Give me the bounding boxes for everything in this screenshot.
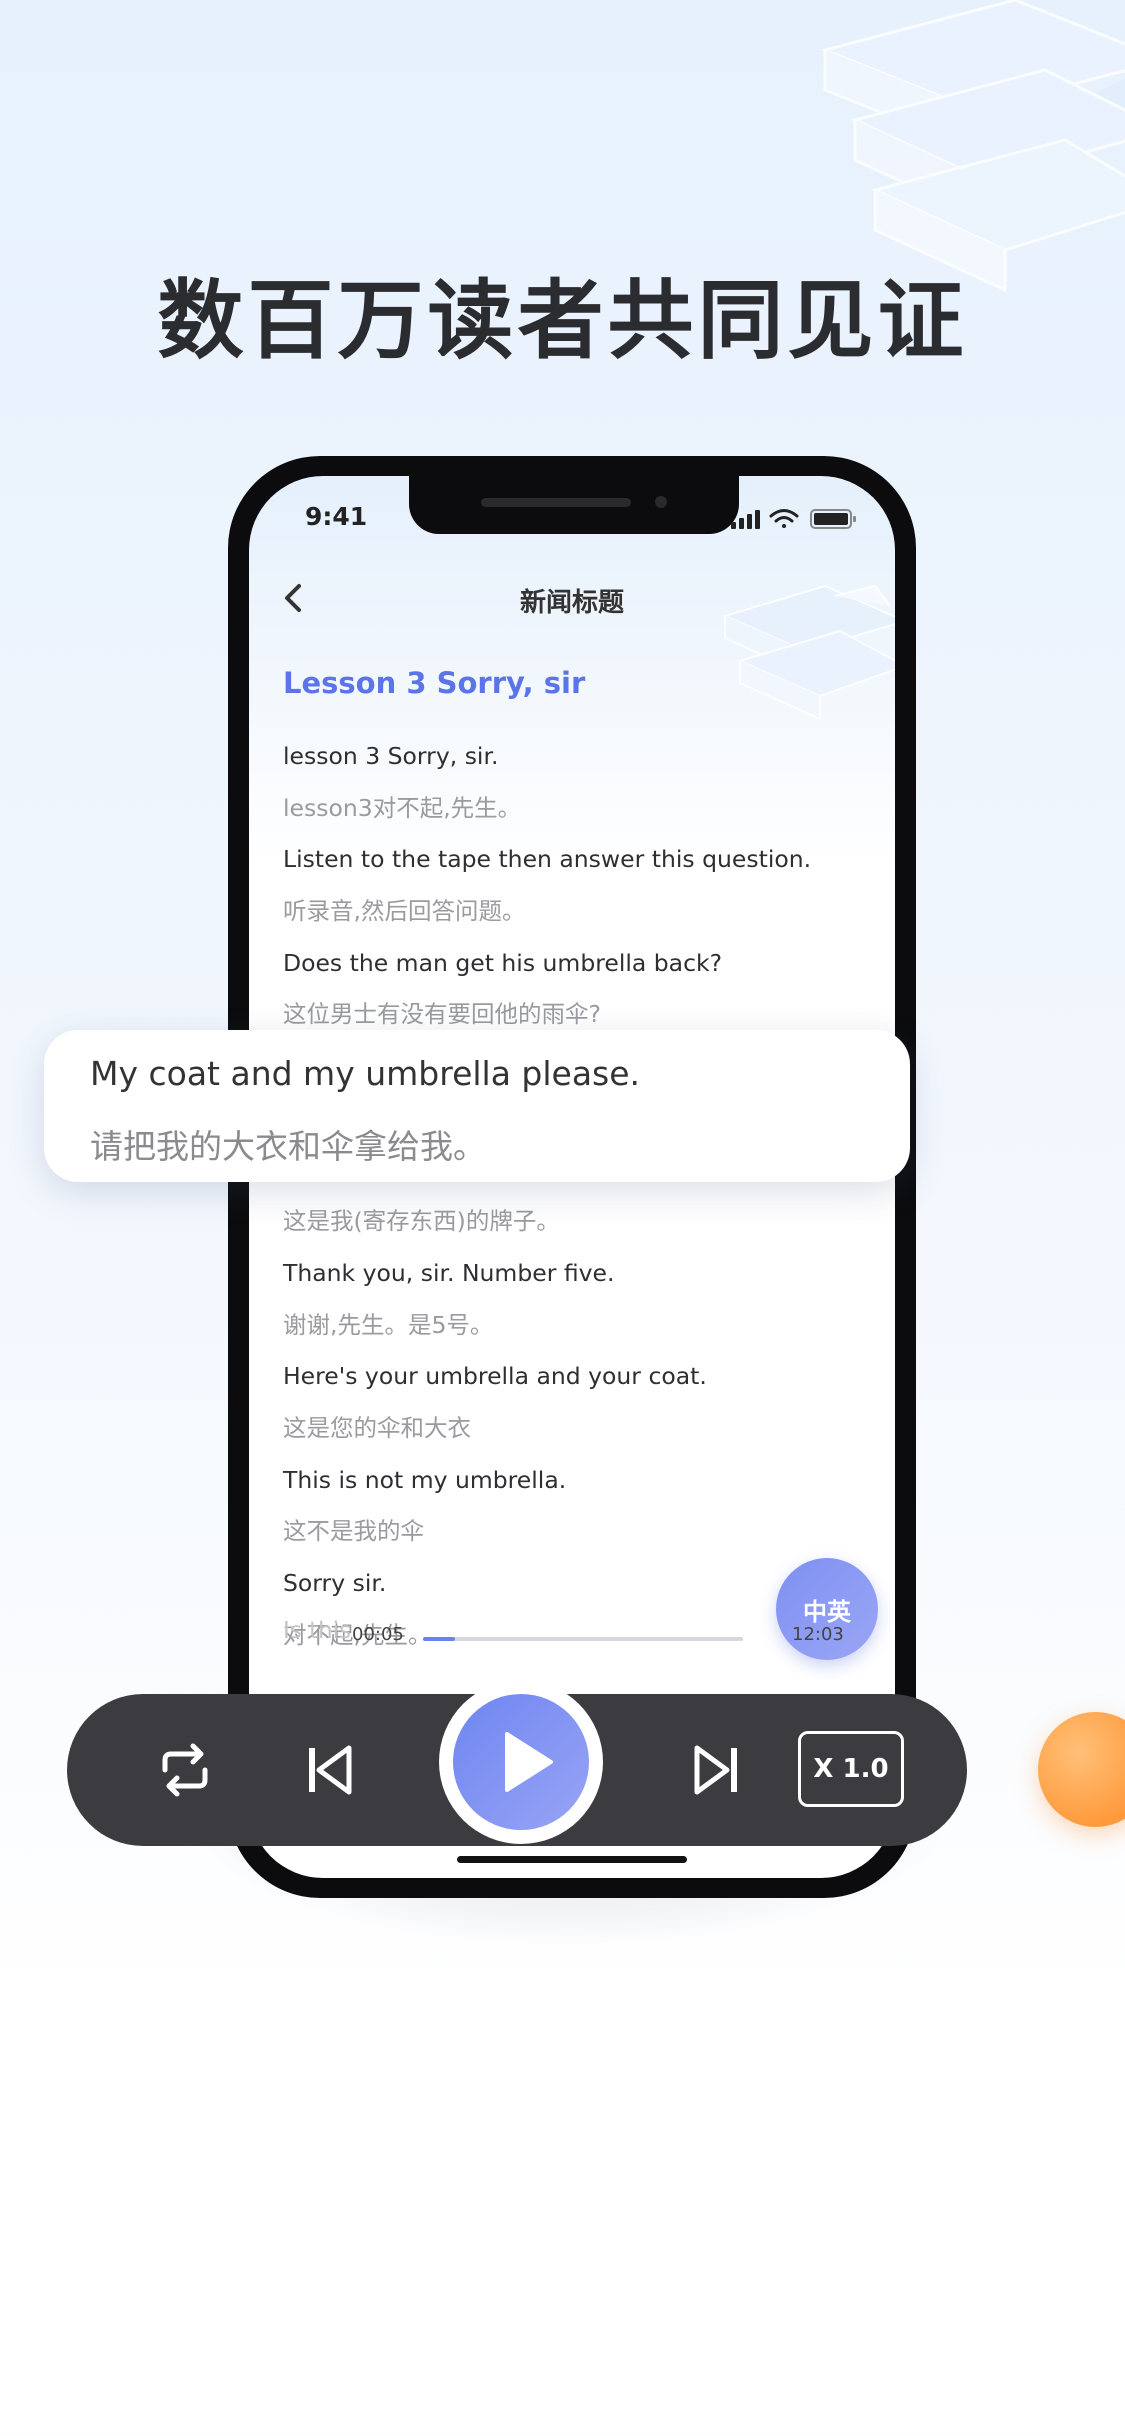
total-time: 12:03: [792, 1624, 844, 1645]
transcript-line-cn[interactable]: 听录音,然后回答问题。: [283, 886, 873, 938]
progress-bar[interactable]: [423, 1637, 743, 1641]
progress-fill: [423, 1637, 455, 1641]
battery-icon: [810, 509, 856, 529]
transcript-line-partial: Is this: [283, 1618, 352, 1644]
transcript-line-cn[interactable]: 这不是我的伞: [283, 1506, 873, 1558]
headline: 数百万读者共同见证: [157, 271, 968, 371]
repeat-icon[interactable]: [155, 1740, 215, 1800]
notch-speaker: [481, 498, 631, 507]
signal-icon: [731, 510, 760, 529]
current-time: 00:05: [352, 1624, 404, 1645]
wifi-icon: [769, 509, 799, 528]
transcript-line-en[interactable]: Does the man get his umbrella back?: [283, 938, 873, 990]
transcript-line-en[interactable]: This is not my umbrella.: [283, 1455, 873, 1507]
nav-bar: 新闻标题: [249, 568, 895, 628]
transcript-line-cn[interactable]: 谢谢,先生。是5号。: [283, 1300, 873, 1352]
next-icon[interactable]: [689, 1740, 745, 1800]
transcript-line-cn[interactable]: lesson3对不起,先生。: [283, 783, 873, 835]
transcript-line-cn[interactable]: 这是我(寄存东西)的牌子。: [283, 1196, 873, 1248]
status-icons: [731, 509, 856, 529]
play-icon: [505, 1732, 553, 1792]
status-time: 9:41: [305, 502, 368, 531]
lesson-title: Lesson 3 Sorry, sir: [283, 666, 586, 700]
transcript-line-en[interactable]: lesson 3 Sorry, sir.: [283, 731, 873, 783]
highlight-en: My coat and my umbrella please.: [90, 1054, 641, 1093]
transcript-line-en[interactable]: Thank you, sir. Number five.: [283, 1248, 873, 1300]
previous-icon[interactable]: [301, 1740, 357, 1800]
player-bar: X 1.0: [67, 1680, 967, 1846]
speed-button[interactable]: X 1.0: [798, 1731, 904, 1807]
transcript-line-en[interactable]: Here's your umbrella and your coat.: [283, 1351, 873, 1403]
notch-camera: [655, 496, 667, 508]
orange-ball-decoration: [1038, 1712, 1125, 1827]
highlight-cn: 请把我的大衣和伞拿给我。: [90, 1127, 486, 1166]
home-indicator: [457, 1856, 687, 1863]
nav-title: 新闻标题: [519, 588, 624, 618]
transcript-list: lesson 3 Sorry, sir. lesson3对不起,先生。 List…: [283, 731, 873, 1661]
transcript-line-en[interactable]: Listen to the tape then answer this ques…: [283, 834, 873, 886]
notch: [409, 476, 739, 534]
play-button-ring: [439, 1680, 603, 1844]
transcript-line-cn[interactable]: 这是您的伞和大衣: [283, 1403, 873, 1455]
play-button[interactable]: [453, 1694, 589, 1830]
highlight-card[interactable]: My coat and my umbrella please. 请把我的大衣和伞…: [44, 1030, 910, 1182]
